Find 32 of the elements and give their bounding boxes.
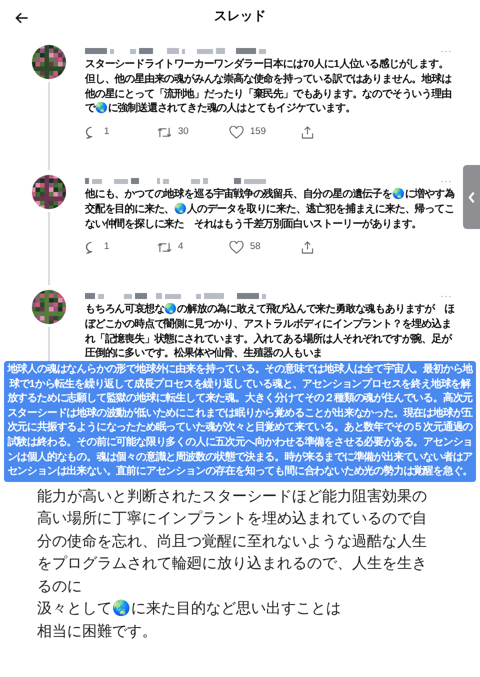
- count: 159: [250, 125, 266, 140]
- continuation-text: 汲々として🌏に来た目的など思い出すことは: [37, 598, 342, 620]
- count: 4: [178, 240, 184, 254]
- tweet-text: スターシードライトワーカーワンダラー日本には70人に1人位いる感じがします。但し、他の星由来の魂がみんな崇高な使命を持っている訳ではありません。地球は他の星にとって「流刑地」だったり「棄民先」でもあります。なのでそういう理由で🌏に強制送還されてきた魂の人はとてもイジケています。: [85, 58, 452, 116]
- page-title: スレッド: [214, 7, 266, 26]
- like-button[interactable]: 58: [229, 240, 301, 255]
- like-button[interactable]: 159: [229, 125, 301, 140]
- tweet-text: もちろん可哀想な🌏の解放の為に敢えて飛び込んで来た勇敢な魂もありますが ほぼどこかの時点で闇側に見つかり、アストラルボディにインプラント？を埋め込まれ「記憶喪失」状態にされています。入れてある場所は人それぞれですが腕、足が圧倒的に多いです。松果体や仙骨、生殖器の人もいま: [85, 303, 455, 362]
- overlay-text: 地球人の魂はなんらかの形で地球外に由来を持っている。その意味では地球人は全て宇宙人。最初から地球で1から転生を繰り返して成長プロセスを繰り返している魂と、アセンションプロセスを終え地球を解放するために志願して監獄の地球に転生して来た魂。大きく分けてその２種類の魂が住んでいる。高次元スターシードは地球の波動が低いためにこれまでは眠りから覚めることが出来なかった。現在は地球が五次元に共振するようになったため眠っていた魂が次々と目覚めて来ている。あと数年でその５次元通過の試験は終わる。その前に可能な限り多くの人に五次元へ向かわせる準備をさせる必要がある。アセンションは個人的なもの。魂は個々の意識と周波数の状態で決まる。時が来るまでに準備が出来ていない者はアセンションは出来ない。直前にアセンションの存在を知っても間に合わないため光の勢力は覚醒を急ぐ。: [6, 363, 474, 480]
- reply-button[interactable]: 1: [85, 125, 157, 140]
- share-icon: [301, 241, 314, 254]
- avatar[interactable]: [30, 289, 66, 325]
- count: 1: [104, 240, 110, 254]
- retweet-icon: [157, 126, 172, 139]
- avatar[interactable]: [30, 44, 66, 80]
- like-icon: [229, 241, 244, 254]
- retweet-button[interactable]: 4: [157, 240, 229, 255]
- share-icon: [301, 126, 314, 139]
- retweet-icon: [157, 241, 172, 254]
- avatar[interactable]: [30, 174, 66, 210]
- count: 58: [250, 240, 261, 254]
- count: 1: [104, 125, 110, 140]
- count: 30: [178, 125, 189, 140]
- continuation-text: 能力が高いと判断されたスターシードほど能力阻害効果の高い場所に丁寧にインプラントを埋め込まれているので自分の使命を忘れ、尚且つ覚醒に至れないような過酷な人生をプログラムされて輪廻に放り込まれるので、人生を生きるのに: [37, 487, 428, 597]
- like-icon: [229, 126, 244, 139]
- continuation-text: 相当に困難です。: [37, 622, 158, 642]
- tweet-text: 他にも、かつての地球を巡る宇宙戦争の残留兵、自分の星の遺伝子を🌏に増やす為交配を目的に来た、🌏人のデータを取りに来た、逃亡犯を捕まえに来た、帰ってこない仲間を探しに来た それはもう千差万別面白いストーリーがあります。: [85, 188, 455, 232]
- reply-button[interactable]: 1: [85, 240, 157, 255]
- side-tab[interactable]: [463, 165, 480, 229]
- back-arrow-icon[interactable]: [14, 10, 30, 26]
- chevron-left-icon: [468, 190, 475, 204]
- retweet-button[interactable]: 30: [157, 125, 229, 140]
